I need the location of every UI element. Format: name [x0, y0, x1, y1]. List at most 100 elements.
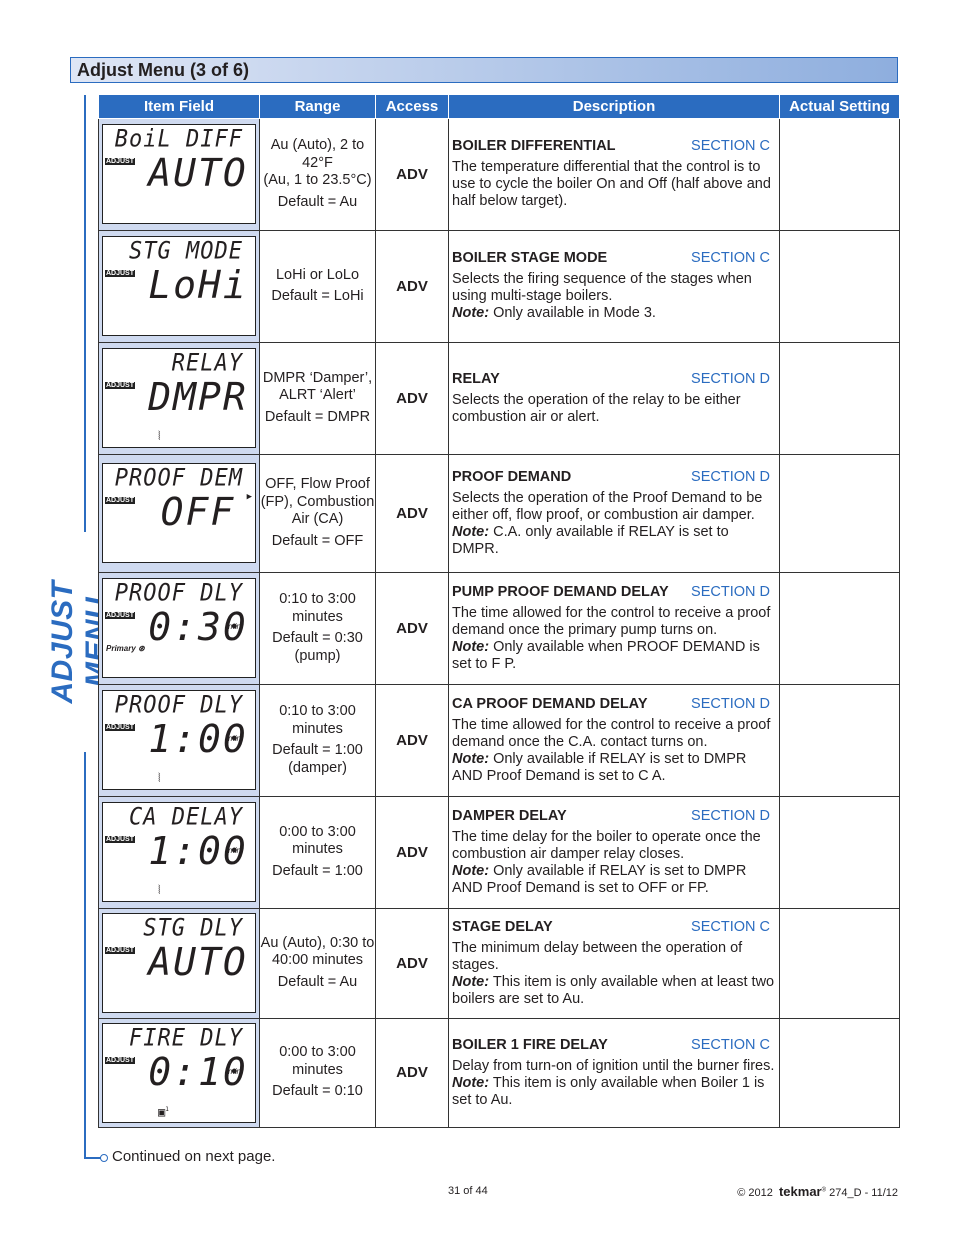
continued-note: Continued on next page. — [112, 1148, 276, 1165]
item-field: STG DLY ADJUST AUTO — [98, 907, 260, 1019]
range-line: Default = 0:10 — [272, 1083, 363, 1100]
range-cell: Au (Auto), 2 to 42°F (Au, 1 to 23.5°C) Def… — [259, 117, 376, 231]
section-link[interactable]: SECTION D — [691, 808, 770, 825]
section-link[interactable]: SECTION D — [691, 469, 770, 486]
section-link[interactable]: SECTION D — [691, 371, 770, 388]
range-line: Default = Au — [277, 193, 358, 210]
min-unit: min — [228, 1066, 241, 1076]
item-title: BOILER STAGE MODE — [452, 250, 608, 266]
description-text: Delay from turn-on of ignition until the… — [452, 1057, 775, 1074]
range-line: 0:00 to 3:00 minutes — [279, 823, 356, 858]
description-cell: BOILER 1 FIRE DELAY SECTION C Delay from … — [448, 1017, 780, 1128]
range-cell: 0:00 to 3:00 minutes Default = 0:10 — [259, 1017, 376, 1128]
description-text: The minimum delay between the operation … — [452, 939, 743, 973]
range-line: Default = 0:30 (pump) — [272, 630, 363, 664]
copyright: © 2012 — [737, 1187, 773, 1199]
lcd-value: DMPR — [148, 375, 248, 419]
lcd-item-label: RELAY — [171, 349, 243, 378]
section-link[interactable]: SECTION C — [691, 919, 770, 936]
description-text: Selects the operation of the Proof Deman… — [452, 489, 763, 523]
section-link[interactable]: SECTION C — [691, 250, 770, 267]
access-cell: ADV — [375, 795, 449, 909]
actual-setting-cell[interactable] — [779, 683, 900, 797]
description-text: The time allowed for the control to rece… — [452, 604, 771, 638]
actual-setting-cell[interactable] — [779, 117, 900, 231]
range-cell: DMPR ‘Damper’, ALRT ‘Alert’ Default = DMP… — [259, 341, 376, 455]
actual-setting-cell[interactable] — [779, 341, 900, 455]
range-cell: 0:00 to 3:00 minutes Default = 1:00 — [259, 795, 376, 909]
lcd-item-label: PROOF DLY — [114, 579, 243, 608]
range-line: Au (Auto), 2 to 42°F — [270, 137, 365, 171]
actual-setting-cell[interactable] — [779, 795, 900, 909]
lcd-value: LoHi — [148, 263, 248, 307]
description-text: The time allowed for the control to rece… — [452, 716, 771, 750]
range-line: Default = 1:00 (damper) — [272, 742, 363, 776]
note-text: Only available in Mode 3. — [493, 305, 656, 321]
access-cell: ADV — [375, 117, 449, 231]
description-cell: PROOF DEMAND SECTION D Selects the operat… — [448, 453, 780, 573]
lcd-value: AUTO — [148, 940, 248, 984]
description-text: The time delay for the boiler to operate… — [452, 828, 761, 862]
description-text: Selects the operation of the relay to be… — [452, 391, 741, 425]
description-cell: BOILER STAGE MODE SECTION C Selects the f… — [448, 229, 780, 343]
access-cell: ADV — [375, 907, 449, 1019]
item-title: CA PROOF DEMAND DELAY — [452, 695, 648, 712]
description-cell: CA PROOF DEMAND DELAY SECTION D The time … — [448, 683, 780, 797]
description-cell: DAMPER DELAY SECTION D The time delay for… — [448, 795, 780, 909]
section-link[interactable]: SECTION D — [691, 696, 770, 713]
range-line: Default = DMPR — [264, 408, 371, 425]
primary-label: Primary — [106, 644, 136, 653]
item-title: RELAY — [452, 370, 500, 387]
note: Note: Only available in Mode 3. — [452, 305, 776, 322]
section-link[interactable]: SECTION C — [691, 1037, 770, 1054]
range-line: LoHi or LoLo — [275, 266, 360, 283]
range-line: (Au, 1 to 23.5°C) — [263, 172, 372, 188]
note: Note: Only available if RELAY is set to … — [452, 863, 776, 897]
note-label: Note: — [452, 1074, 490, 1091]
table-row: FIRE DLY ADJUST 0:10 min ▣1 0:00 to 3:00 m… — [98, 1017, 900, 1128]
relay-icon: ⦚ — [158, 771, 161, 785]
arrow-right-icon: ▶ — [246, 492, 252, 502]
note-text: Only available if RELAY is set to DMPR A… — [452, 862, 747, 896]
description-cell: RELAY SECTION D Selects the operation of … — [448, 341, 780, 455]
note-label: Note: — [452, 862, 490, 879]
brand-logo: tekmar — [778, 1184, 822, 1199]
note-text: C.A. only available if RELAY is set to D… — [452, 523, 729, 557]
item-field: PROOF DEM ADJUST OFF ▶ — [98, 453, 260, 573]
description-cell: BOILER DIFFERENTIAL SECTION C The tempera… — [448, 117, 780, 231]
description-text: Selects the firing sequence of the stage… — [452, 271, 752, 304]
section-link[interactable]: SECTION D — [691, 584, 770, 601]
range-line: Default = LoHi — [271, 288, 364, 304]
note-text: This item is only available when at leas… — [452, 973, 775, 1007]
item-field: FIRE DLY ADJUST 0:10 min ▣1 — [98, 1017, 260, 1128]
lcd-display: PROOF DLY ADJUST 1:00 min ⦚ — [102, 690, 256, 790]
actual-setting-cell[interactable] — [779, 571, 900, 685]
note-text: Only available if RELAY is set to DMPR A… — [452, 750, 747, 784]
table-row: STG MODE ADJUST LoHi LoHi or LoLo Default… — [98, 229, 900, 343]
actual-setting-cell[interactable] — [779, 453, 900, 573]
actual-setting-cell[interactable] — [779, 229, 900, 343]
adjust-indicator: ADJUST — [105, 382, 136, 389]
min-unit: min — [228, 846, 241, 855]
section-link[interactable]: SECTION C — [691, 138, 770, 155]
item-title: DAMPER DELAY — [452, 807, 567, 824]
lcd-display: BoiL DIFF ADJUST AUTO — [102, 124, 256, 224]
actual-setting-cell[interactable] — [779, 1017, 900, 1128]
burner-icon: ▣1 — [158, 1104, 169, 1119]
primary-pump-indicator: Primary ⊛ — [106, 644, 145, 653]
range-line: Default = OFF — [271, 532, 364, 549]
adjust-indicator: ADJUST — [105, 497, 136, 504]
note: Note: Only available when PROOF DEMAND i… — [452, 639, 776, 673]
range-line: Au (Auto), 0:30 to 40:00 minutes — [260, 934, 375, 969]
continued-dot-icon — [100, 1154, 108, 1162]
lcd-item-label: PROOF DLY — [114, 691, 243, 720]
access-cell: ADV — [375, 341, 449, 455]
item-title: PUMP PROOF DEMAND DELAY — [452, 583, 669, 600]
lcd-item-label: STG DLY — [143, 914, 243, 943]
lcd-display: PROOF DLY ADJUST 0:30 min Primary ⊛ — [102, 578, 256, 678]
item-title: BOILER DIFFERENTIAL — [452, 138, 616, 154]
column-header: Item Field — [98, 95, 260, 119]
column-header: Description — [448, 95, 780, 119]
footer-right: © 2012 tekmar® 274_D - 11/12 — [737, 1184, 898, 1199]
actual-setting-cell[interactable] — [779, 907, 900, 1019]
